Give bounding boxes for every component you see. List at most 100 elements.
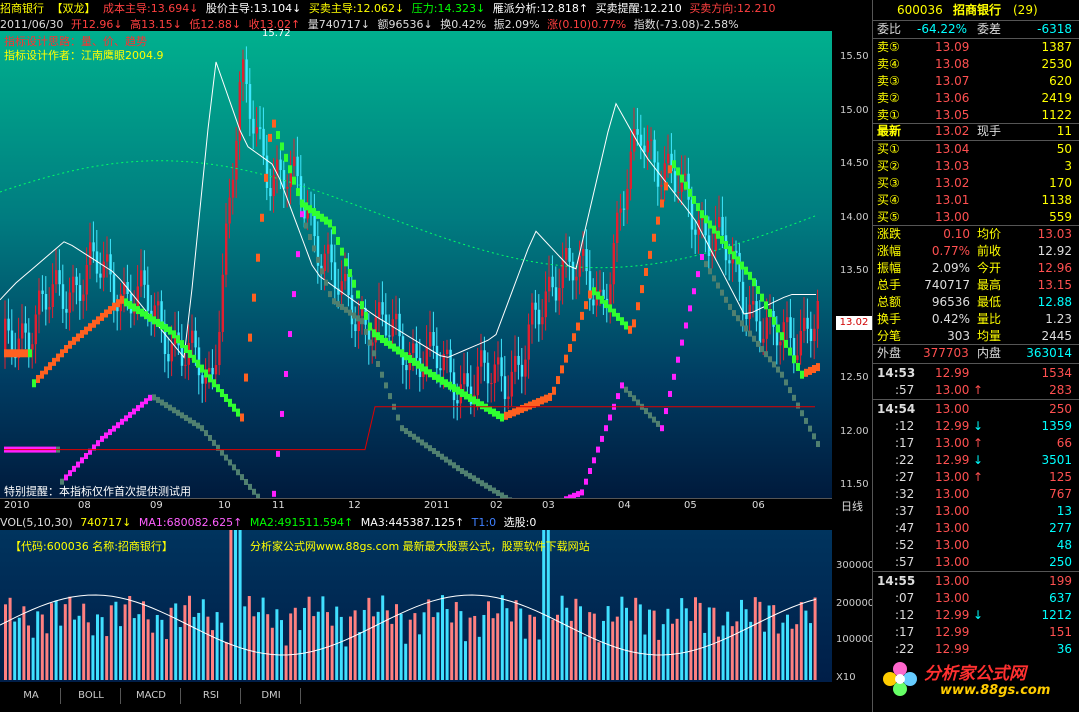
lower-band: [388, 393, 392, 400]
lower-band: [744, 325, 748, 332]
trend-band: [752, 278, 756, 287]
volume-bar: [73, 619, 76, 680]
volume-bar: [307, 596, 311, 680]
tab-rsi[interactable]: RSI: [182, 688, 241, 704]
volume-bar: [252, 616, 256, 680]
lower-band: [384, 382, 388, 389]
volume-bar: [321, 596, 325, 680]
volume-bar: [206, 616, 210, 680]
lower-band: [724, 296, 728, 303]
volume-bar: [560, 595, 564, 680]
trend-band: [156, 318, 160, 327]
lower-band: [240, 474, 244, 481]
lower-band: [84, 453, 88, 460]
candle-body: [381, 302, 384, 315]
volume-bar: [707, 607, 711, 680]
bids-volume: 3: [1064, 159, 1072, 173]
stat-value: 12.88: [1037, 295, 1072, 309]
nowhand-label: 现手: [977, 124, 1002, 138]
tick-price: 13.00: [935, 383, 970, 397]
kline-canvas[interactable]: [0, 31, 832, 498]
lower-band: [476, 477, 480, 484]
lower-band: [172, 407, 176, 414]
flower-icon: [883, 662, 917, 696]
tick-volume: 199: [1049, 574, 1072, 588]
trend-band: [788, 347, 792, 356]
tick-row: :32 13.00 767: [873, 486, 1079, 503]
indicator-name: 【双龙】: [51, 2, 96, 15]
volume-bar: [243, 606, 247, 680]
candle-body: [622, 208, 626, 210]
volume-bar: [188, 595, 191, 680]
volume-bar: [146, 619, 150, 680]
trend-band: [808, 366, 812, 375]
tick-volume: 1359: [1041, 419, 1072, 433]
volume-bar: [128, 595, 132, 680]
trend-band: [180, 340, 184, 349]
volume-bar: [197, 612, 201, 680]
candle-body: [483, 350, 486, 363]
lower-band: [496, 490, 500, 497]
bids-row: 买⑤ 13.00 559: [873, 209, 1079, 226]
indicator-tabs: MA BOLL MACD RSI DMI: [0, 686, 870, 706]
lower-band: [380, 371, 384, 378]
trend-band: [56, 353, 60, 362]
candle-body: [636, 129, 639, 135]
info-vol: 量740717↓: [307, 18, 370, 31]
date-tick: 09: [150, 500, 163, 511]
lower-band: [628, 390, 632, 397]
volume-bar: [422, 612, 426, 680]
lower-band: [284, 370, 288, 377]
candle-body: [34, 314, 37, 345]
period-label[interactable]: 日线: [832, 498, 872, 514]
tick-row: 14:54 13.00 250: [873, 401, 1079, 418]
trend-band: [336, 236, 340, 245]
tab-dmi[interactable]: DMI: [242, 688, 301, 704]
candle-body: [548, 276, 551, 292]
stat-label: 振幅: [877, 261, 902, 275]
trend-band: [632, 319, 636, 328]
lower-band: [580, 489, 584, 496]
bids-label: 买③: [877, 176, 900, 190]
lower-band: [124, 415, 128, 422]
tick-volume: 1212: [1041, 608, 1072, 622]
kline-chart[interactable]: 指标设计思路：量、价、趋势 指标设计作者：江南鹰眼2004.9 15.72 特别…: [0, 28, 832, 498]
candle-body: [235, 140, 238, 180]
tab-boll[interactable]: BOLL: [62, 688, 121, 704]
candle-body: [677, 191, 680, 193]
lower-band: [136, 405, 140, 412]
date-tick: 08: [78, 500, 91, 511]
trend-band: [504, 411, 508, 420]
volume-bar: [215, 612, 219, 680]
volume-chart[interactable]: 【代码:600036 名称:招商银行】 分析家公式网www.88gs.com 最…: [0, 530, 832, 682]
candle-body: [262, 128, 265, 156]
trend-band: [240, 413, 244, 422]
panel-code: 600036: [897, 3, 943, 17]
tick-price: 13.00: [935, 574, 970, 588]
trend-band: [452, 384, 456, 393]
candle-body: [497, 357, 500, 365]
tick-time: :17: [895, 625, 915, 639]
stat-value: 96536: [931, 295, 970, 309]
trend-band: [472, 396, 476, 405]
panel-title: 600036 招商银行 (29): [873, 2, 1079, 19]
tab-ma[interactable]: MA: [2, 688, 61, 704]
asks-row: 卖② 13.06 2419: [873, 90, 1079, 107]
lower-band: [728, 303, 732, 310]
asks-volume: 620: [1049, 74, 1072, 88]
vol-ma2: MA2:491511.594↑: [249, 516, 354, 529]
trend-band: [84, 326, 88, 335]
lower-band: [316, 256, 320, 263]
peak-label: 15.72: [262, 28, 291, 39]
candle-body: [384, 314, 388, 336]
candle-body: [507, 396, 510, 400]
vol-ma1: MA1:680082.625↑: [138, 516, 243, 529]
candle-body: [24, 323, 27, 333]
vol-ma3-line: [0, 594, 817, 656]
candle-body: [575, 276, 578, 281]
volume-bar: [413, 613, 417, 680]
info-open: 开12.96↓: [70, 18, 123, 31]
trend-band: [100, 312, 104, 321]
lower-band: [332, 298, 336, 305]
tab-macd[interactable]: MACD: [122, 688, 181, 704]
